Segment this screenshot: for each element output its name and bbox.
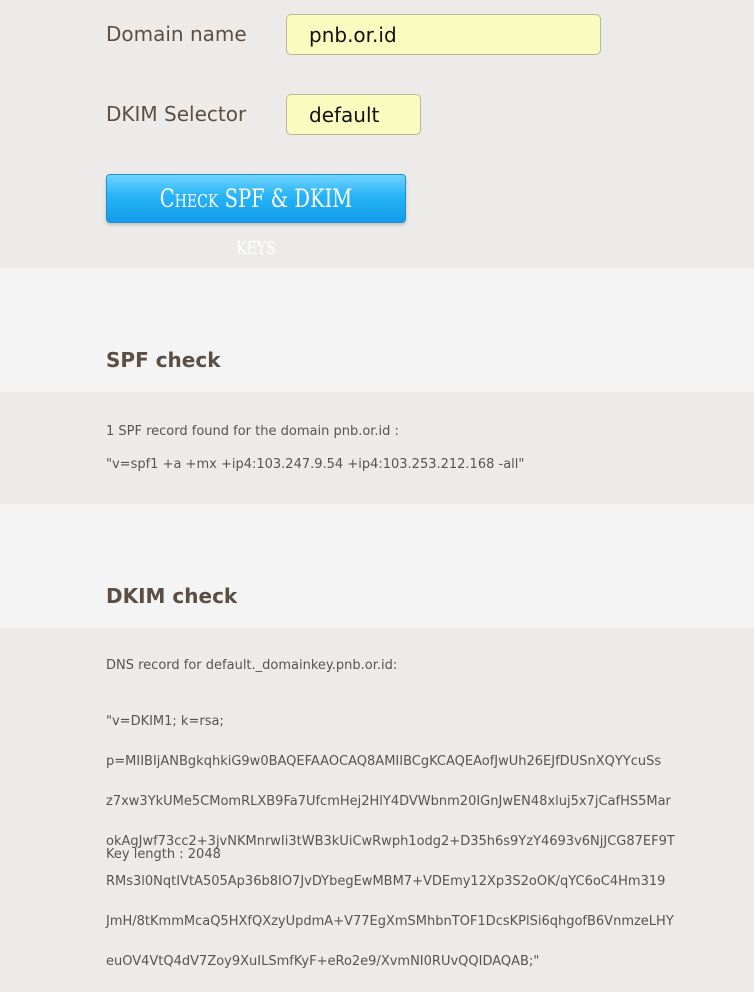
dkim-record-line: "v=DKIM1; k=rsa; — [106, 714, 224, 729]
spf-section-header: SPF check — [0, 268, 754, 392]
check-spf-dkim-button[interactable]: Check SPF & DKIM keys — [106, 174, 406, 260]
lookup-form: Domain name DKIM Selector Check SPF & DK… — [0, 0, 754, 268]
spf-record: "v=spf1 +a +mx +ip4:103.247.9.54 +ip4:10… — [106, 457, 525, 472]
spf-summary: 1 SPF record found for the domain pnb.or… — [106, 424, 399, 439]
dkim-selector-input[interactable] — [286, 94, 421, 135]
dkim-record-line: RMs3l0NqtIVtA505Ap36b8IO7JvDYbegEwMBM7+V… — [106, 874, 666, 889]
dkim-record-line: z7xw3YkUMe5CMomRLXB9Fa7UfcmHej2HlY4DVWbn… — [106, 794, 671, 809]
dkim-dns-label: DNS record for default._domainkey.pnb.or… — [106, 658, 398, 673]
dkim-record-line: p=MIIBIjANBgkqhkiG9w0BAQEFAAOCAQ8AMIIBCg… — [106, 754, 662, 769]
spf-check-title: SPF check — [106, 348, 221, 372]
dkim-record: "v=DKIM1; k=rsa; p=MIIBIjANBgkqhkiG9w0BA… — [106, 692, 696, 992]
dkim-selector-label: DKIM Selector — [106, 102, 247, 126]
check-button-label: Check SPF & DKIM keys — [159, 184, 353, 260]
spf-section-body: 1 SPF record found for the domain pnb.or… — [0, 392, 754, 504]
dkim-section-header: DKIM check — [0, 504, 754, 628]
dkim-record-line: euOV4VtQ4dV7Zoy9XuILSmfKyF+eRo2e9/XvmNI0… — [106, 954, 540, 969]
domain-name-input[interactable] — [286, 14, 601, 55]
dkim-check-title: DKIM check — [106, 584, 238, 608]
dkim-record-line: JmH/8tKmmMcaQ5HXfQXzyUpdmA+V77EgXmSMhbnT… — [106, 914, 674, 929]
domain-name-label: Domain name — [106, 22, 247, 46]
dkim-key-length: Key length : 2048 — [106, 847, 221, 862]
